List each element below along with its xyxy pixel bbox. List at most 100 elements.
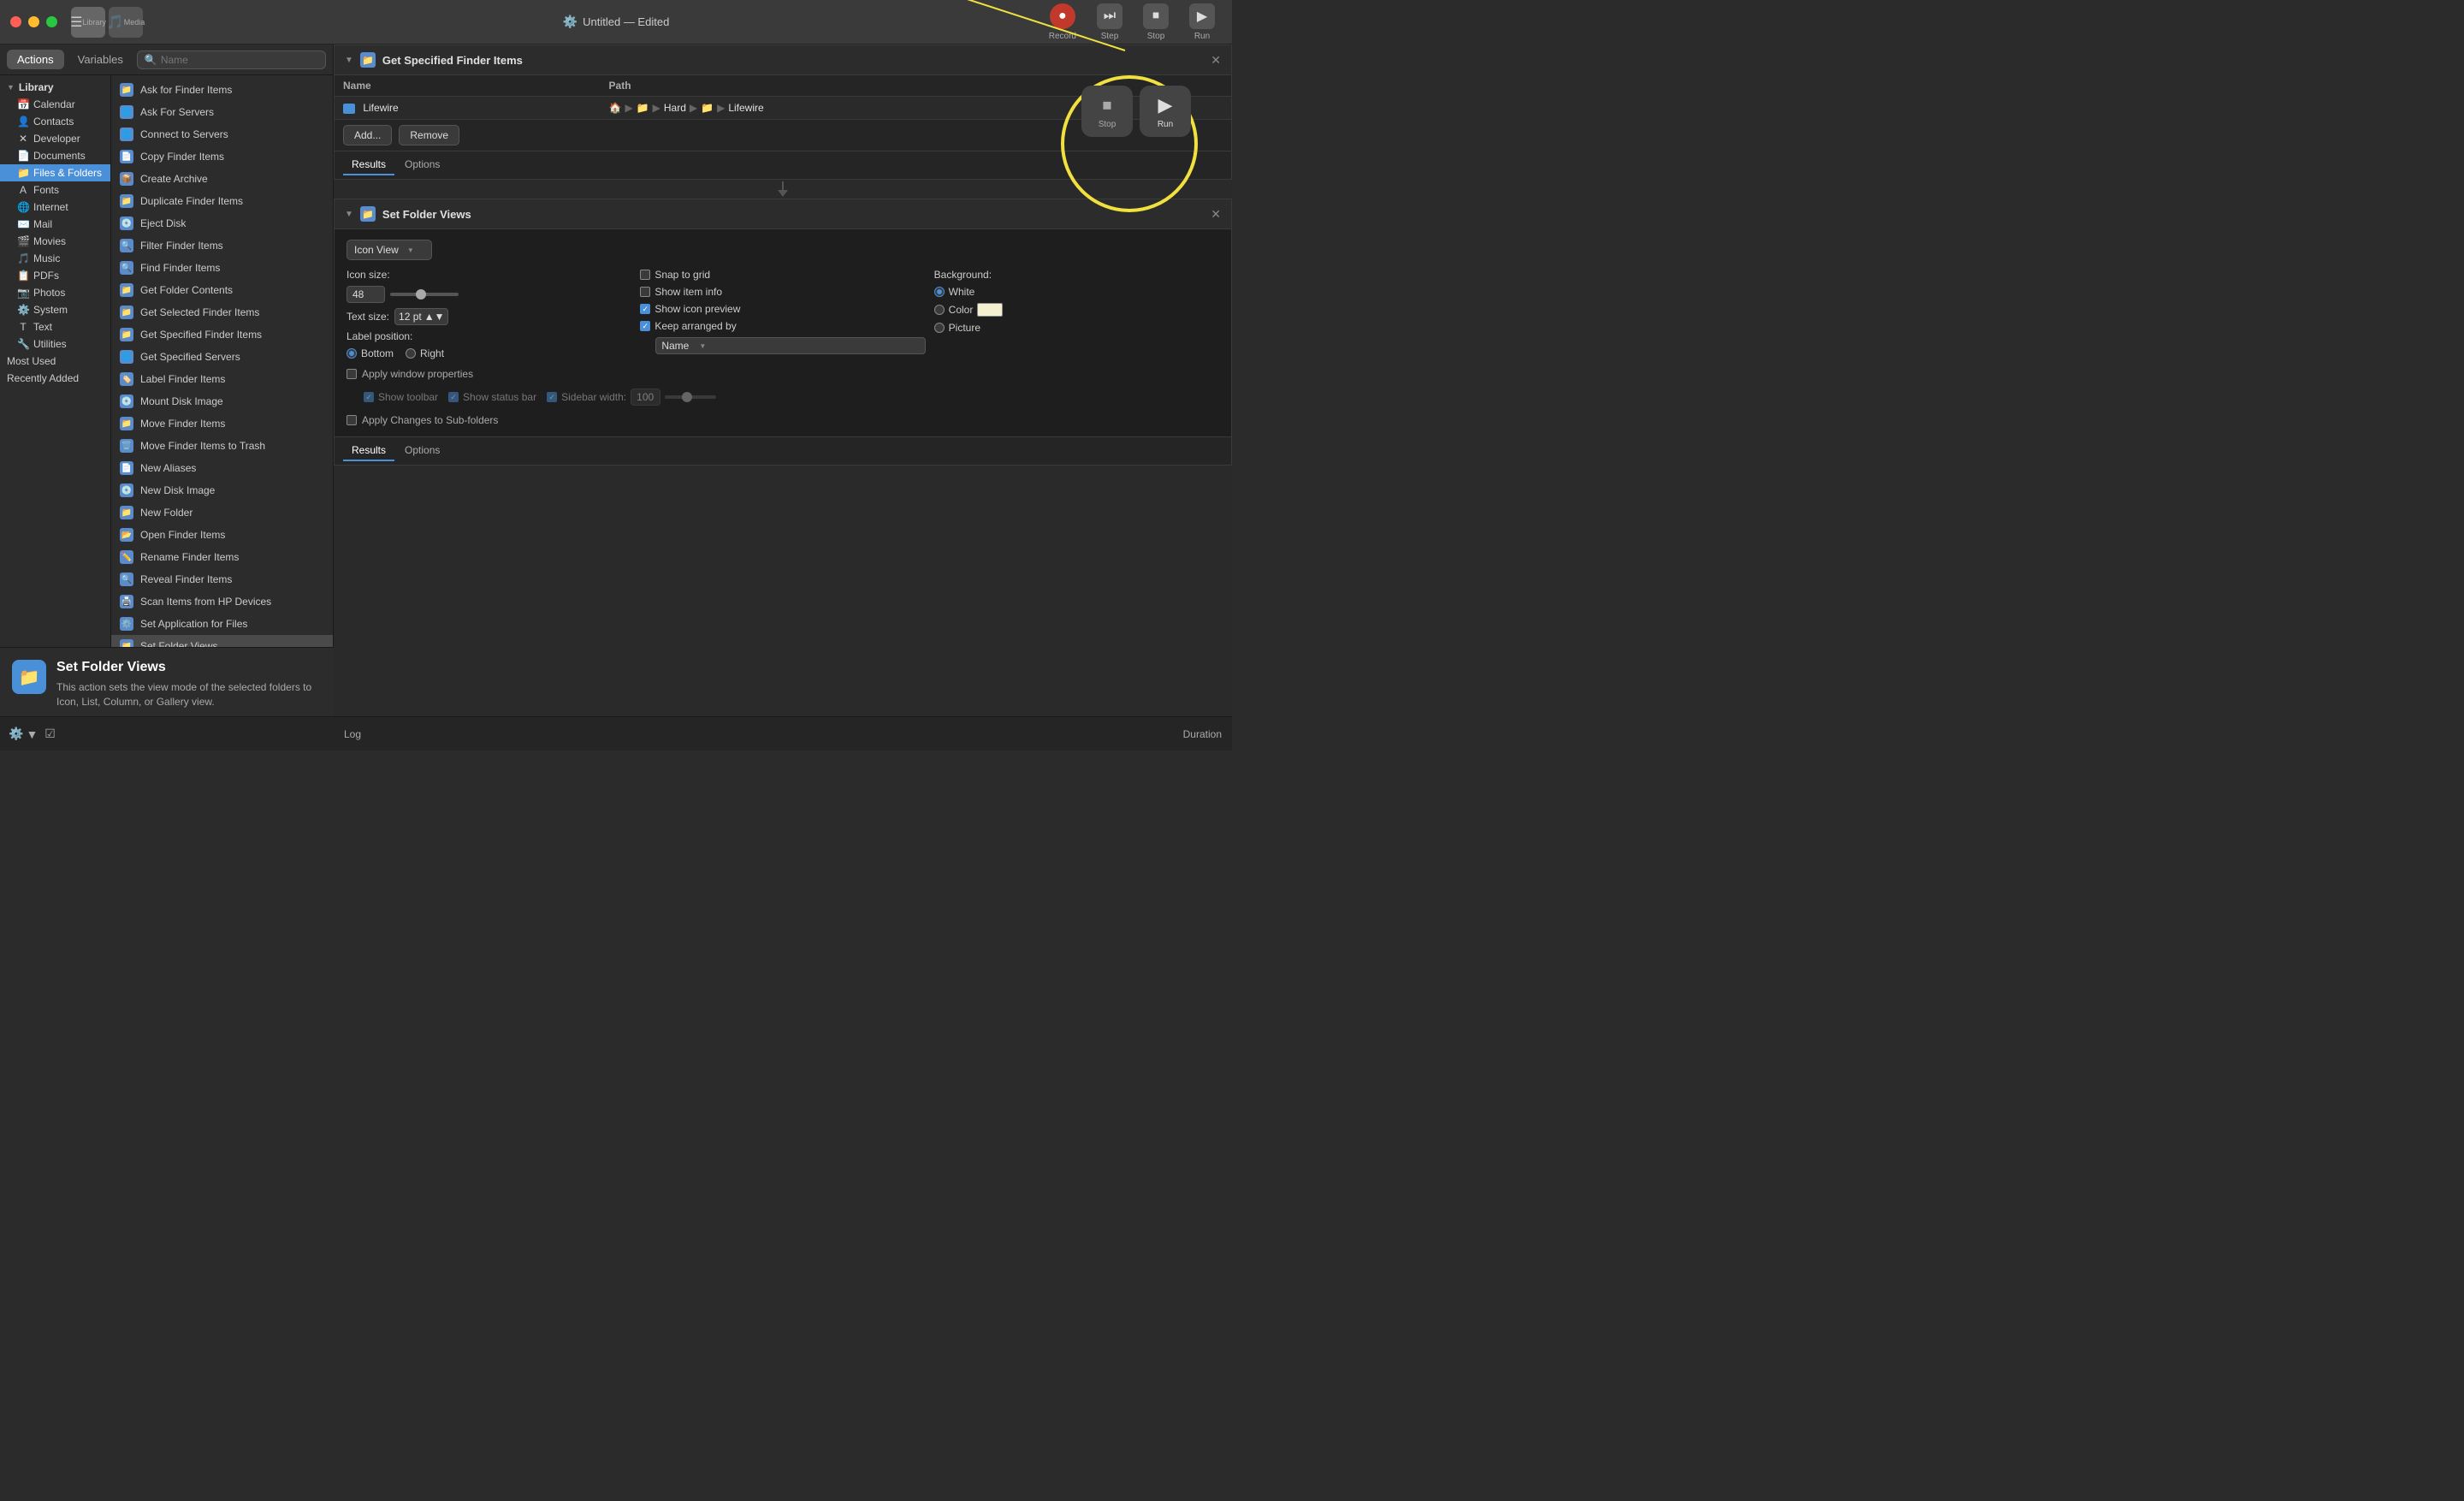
tree-item-pdfs[interactable]: 📋 PDFs [0,267,110,284]
tab-options-2[interactable]: Options [396,441,448,461]
gear-button[interactable]: ⚙️ ▼ [9,727,38,741]
action-copy-finder[interactable]: 📄 Copy Finder Items [111,145,333,168]
tree-item-photos[interactable]: 📷 Photos [0,284,110,301]
tree-item-text[interactable]: T Text [0,318,110,335]
action-new-folder[interactable]: 📁 New Folder [111,501,333,524]
action-get-specified-servers[interactable]: 🌐 Get Specified Servers [111,346,333,368]
close-button[interactable] [10,16,21,27]
arrange-select[interactable]: Name [655,337,925,354]
text-size-select[interactable]: 12 pt ▲▼ [394,308,448,325]
search-box[interactable]: 🔍 [137,50,326,69]
action-ask-finder[interactable]: 📁 Ask for Finder Items [111,79,333,101]
media-tab-button[interactable]: 🎵 Media [109,7,143,38]
action-label-finder[interactable]: 🏷️ Label Finder Items [111,368,333,390]
panel-close-2[interactable]: ✕ [1211,207,1221,222]
tab-options-1[interactable]: Options [396,155,448,175]
action-find-finder[interactable]: 🔍 Find Finder Items [111,257,333,279]
action-new-aliases[interactable]: 📄 New Aliases [111,457,333,479]
bg-color-option[interactable]: Color [934,303,1219,317]
tree-item-movies[interactable]: 🎬 Movies [0,233,110,250]
gear-icon: ⚙️ [9,727,23,741]
tree-item-calendar[interactable]: 📅 Calendar [0,96,110,113]
record-button[interactable]: ● Record [1042,0,1083,44]
bg-picture-option[interactable]: Picture [934,322,1219,334]
sidebar-width-input[interactable] [631,389,660,406]
sidebar-tabs: Actions Variables 🔍 [0,44,333,75]
action-duplicate-finder[interactable]: 📁 Duplicate Finder Items [111,190,333,212]
action-filter-finder[interactable]: 🔍 Filter Finder Items [111,234,333,257]
library-tab-button[interactable]: ☰ Library [71,7,105,38]
tree-item-music[interactable]: 🎵 Music [0,250,110,267]
tree-item-fonts[interactable]: A Fonts [0,181,110,199]
search-input[interactable] [161,54,318,66]
tree-item-recently-added[interactable]: Recently Added [0,370,110,387]
show-icon-preview-row[interactable]: ✓ Show icon preview [640,303,925,315]
view-dropdown[interactable]: Icon View [346,240,432,260]
icon-size-input[interactable] [346,286,385,303]
action-set-application[interactable]: ⚙️ Set Application for Files [111,613,333,635]
tree-item-mail[interactable]: ✉️ Mail [0,216,110,233]
add-button[interactable]: Add... [343,125,392,145]
action-open-finder[interactable]: 📂 Open Finder Items [111,524,333,546]
icon-size-slider[interactable] [390,293,459,296]
action-move-finder[interactable]: 📁 Move Finder Items [111,412,333,435]
action-icon-get-specified-servers: 🌐 [120,350,133,364]
search-icon: 🔍 [145,54,157,66]
action-label-mount-disk: Mount Disk Image [140,395,223,407]
tree-item-internet[interactable]: 🌐 Internet [0,199,110,216]
tree-item-developer[interactable]: ✕ Developer [0,130,110,147]
tab-variables[interactable]: Variables [68,50,133,69]
calendar-icon: 📅 [17,98,29,110]
action-get-specified[interactable]: 📁 Get Specified Finder Items [111,323,333,346]
step-button[interactable]: ⏭ Step [1090,0,1129,44]
cb-apply-subfolders [346,415,357,425]
action-mount-disk[interactable]: 💿 Mount Disk Image [111,390,333,412]
sidebar: Actions Variables 🔍 ▼ Library 📅 Calendar [0,44,334,750]
panel-close-1[interactable]: ✕ [1211,53,1221,68]
action-rename-finder[interactable]: ✏️ Rename Finder Items [111,546,333,568]
color-swatch[interactable] [977,303,1003,317]
tree-item-system[interactable]: ⚙️ System [0,301,110,318]
tab-actions[interactable]: Actions [7,50,64,69]
tab-results-2[interactable]: Results [343,441,394,461]
tree-item-utilities[interactable]: 🔧 Utilities [0,335,110,353]
path-hard-label: Hard [664,102,686,114]
action-eject-disk[interactable]: 💿 Eject Disk [111,212,333,234]
remove-button[interactable]: Remove [399,125,459,145]
tree-item-most-used[interactable]: Most Used [0,353,110,370]
tab-results-1[interactable]: Results [343,155,394,175]
action-reveal-finder[interactable]: 🔍 Reveal Finder Items [111,568,333,590]
apply-window-row[interactable]: Apply window properties [346,368,1219,380]
tree-item-documents[interactable]: 📄 Documents [0,147,110,164]
big-stop-button[interactable]: ⏹ Stop [1081,86,1133,137]
tree-item-files-folders[interactable]: 📁 Files & Folders [0,164,110,181]
action-get-selected[interactable]: 📁 Get Selected Finder Items [111,301,333,323]
system-icon: ⚙️ [17,304,29,316]
action-scan-hp[interactable]: 🖨️ Scan Items from HP Devices [111,590,333,613]
action-connect-servers[interactable]: 🌐 Connect to Servers [111,123,333,145]
bg-white-option[interactable]: White [934,286,1219,298]
icon-size-row: Icon size: [346,269,631,281]
action-move-trash[interactable]: 🗑️ Move Finder Items to Trash [111,435,333,457]
panel-toggle-2[interactable]: ▼ [345,210,353,219]
action-new-disk[interactable]: 💿 New Disk Image [111,479,333,501]
tree-item-contacts[interactable]: 👤 Contacts [0,113,110,130]
action-create-archive[interactable]: 📦 Create Archive [111,168,333,190]
stop-button[interactable]: ⏹ Stop [1136,0,1176,44]
snap-grid-row[interactable]: Snap to grid [640,269,925,281]
label-right-option[interactable]: Right [406,347,444,359]
keep-arranged-row[interactable]: ✓ Keep arranged by [640,320,925,332]
arrange-by-row: Name [640,337,925,354]
action-ask-servers[interactable]: 🌐 Ask For Servers [111,101,333,123]
minimize-button[interactable] [28,16,39,27]
run-button[interactable]: ▶ Run [1182,0,1222,44]
show-item-info-row[interactable]: Show item info [640,286,925,298]
action-get-folder[interactable]: 📁 Get Folder Contents [111,279,333,301]
apply-subfolders-row[interactable]: Apply Changes to Sub-folders [346,414,1219,426]
tree-item-library[interactable]: ▼ Library [0,79,110,96]
fullscreen-button[interactable] [46,16,57,27]
validate-button[interactable]: ☑ [44,727,56,741]
big-run-button[interactable]: ▶ Run [1140,86,1191,137]
label-bottom-option[interactable]: Bottom [346,347,394,359]
panel-toggle-1[interactable]: ▼ [345,56,353,65]
